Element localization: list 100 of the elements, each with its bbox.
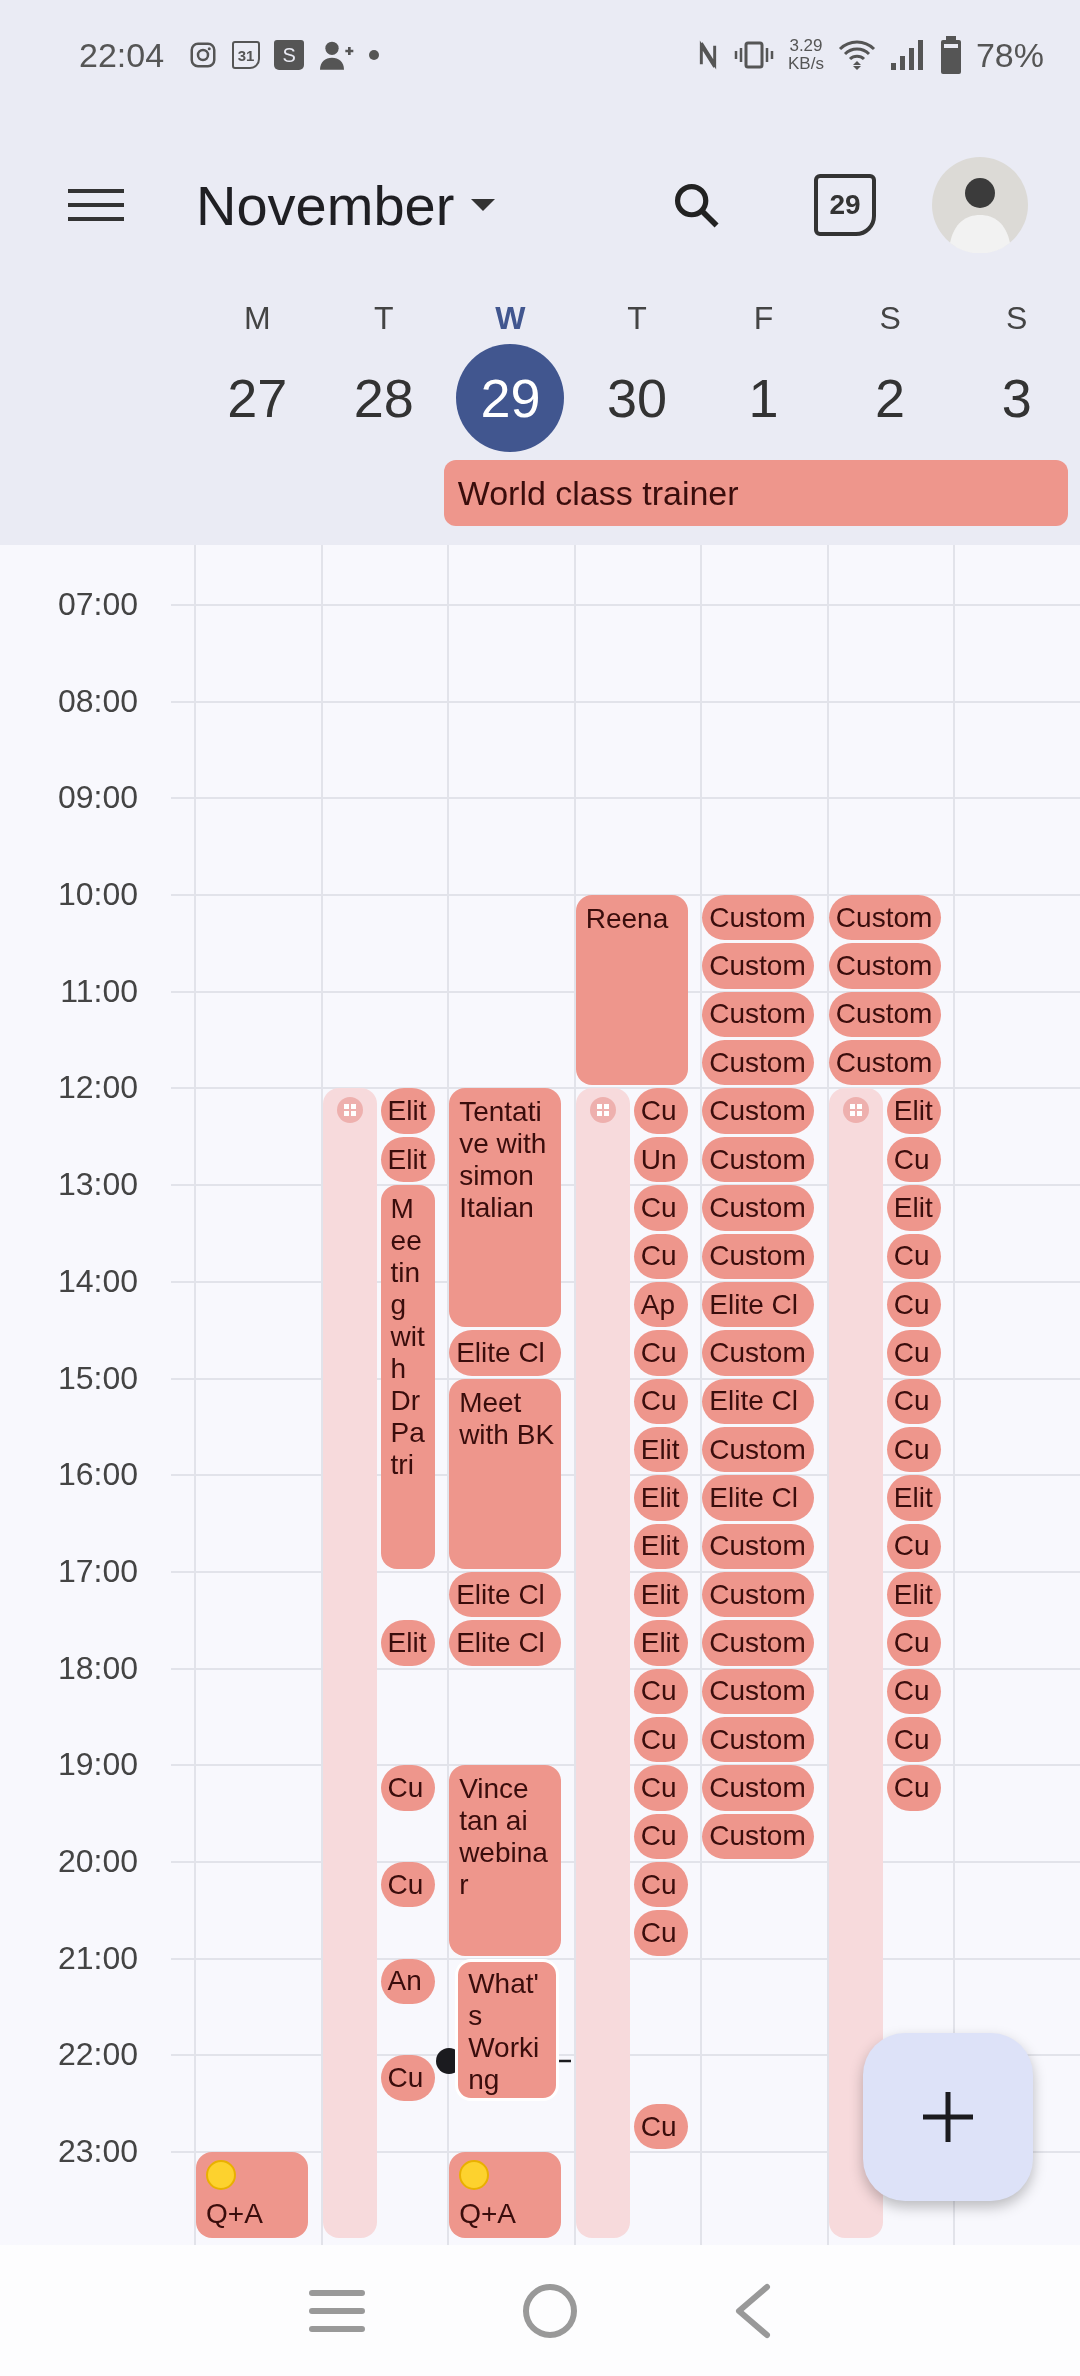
event-chip[interactable]: Custom — [828, 943, 941, 989]
event-chip[interactable]: Custom — [702, 1765, 815, 1811]
day-number[interactable]: 30 — [583, 344, 691, 452]
event-chip[interactable]: Elit — [380, 1088, 435, 1134]
day-number[interactable]: 3 — [962, 344, 1071, 452]
event-chip[interactable]: Cu — [633, 1668, 688, 1714]
menu-icon[interactable] — [68, 188, 124, 222]
event-chip[interactable]: Cu — [633, 1717, 688, 1763]
home-icon[interactable] — [522, 2282, 578, 2339]
event-chip[interactable]: Cu — [633, 1185, 688, 1231]
event-chip[interactable]: Custom — [702, 1717, 815, 1763]
event-chip[interactable]: Cu — [886, 1378, 941, 1424]
day-number[interactable]: 29 — [456, 344, 565, 452]
event-chip[interactable]: Custom — [828, 1040, 941, 1086]
event-chip[interactable]: Elit — [886, 1475, 941, 1521]
event-chip[interactable]: Elite Cl — [449, 1620, 562, 1666]
event-chip[interactable]: Cu — [380, 2055, 435, 2101]
day-number[interactable]: 1 — [709, 344, 818, 452]
event-chip[interactable]: Custom — [702, 1330, 815, 1376]
event-chip[interactable]: Reena — [575, 895, 688, 1086]
event-chip[interactable]: Cu — [886, 1136, 941, 1183]
event-chip[interactable]: Cu — [886, 1233, 941, 1279]
event-chip[interactable]: Cu — [633, 1330, 688, 1376]
event-chip[interactable]: Elit — [380, 1620, 435, 1666]
event-chip[interactable]: Custom — [702, 895, 815, 941]
event-chip[interactable]: Cu — [886, 1281, 941, 1328]
event-chip[interactable]: Elit — [886, 1572, 941, 1618]
event-chip[interactable]: Cu — [633, 1233, 688, 1279]
event-chip[interactable]: Elit — [633, 1620, 688, 1666]
event-chip[interactable]: Cu — [380, 1862, 435, 1908]
event-chip[interactable]: Cu — [633, 1088, 688, 1134]
day-number[interactable]: 27 — [203, 344, 312, 452]
avatar[interactable] — [932, 157, 1028, 253]
event-chip[interactable]: Custom — [702, 1668, 815, 1714]
event-chip[interactable]: Custom — [702, 1620, 815, 1666]
battery-percent: 78% — [975, 35, 1044, 75]
month-selector[interactable]: November — [196, 172, 497, 238]
event-chip[interactable]: Custom — [702, 1185, 815, 1231]
time-label: 14:00 — [57, 1261, 138, 1301]
event-chip[interactable]: Elit — [886, 1185, 941, 1231]
event-chip[interactable]: Custom — [702, 1426, 815, 1473]
event-chip[interactable]: Meet with BK — [449, 1378, 562, 1569]
event-chip[interactable]: Custom — [702, 991, 815, 1038]
event-chip[interactable]: Custom — [828, 991, 941, 1038]
event-chip[interactable]: Cu — [633, 1862, 688, 1908]
event-chip[interactable]: Vince tan ai webinar — [449, 1765, 562, 1956]
event-chip[interactable]: Custom — [702, 1136, 815, 1183]
event-chip[interactable]: Ap — [633, 1281, 688, 1328]
event-chip[interactable]: Elit — [633, 1523, 688, 1569]
event-chip[interactable]: Custom — [702, 943, 815, 989]
event-chip[interactable]: Cu — [886, 1523, 941, 1569]
today-button[interactable]: 29 — [814, 174, 876, 236]
weekday-label: M — [243, 300, 271, 338]
recent-apps-icon[interactable] — [308, 2288, 365, 2333]
event-chip[interactable]: Cu — [886, 1717, 941, 1763]
event-chip[interactable]: Cu — [633, 1813, 688, 1860]
event-chip[interactable]: Custom — [702, 1088, 815, 1134]
time-label: 17:00 — [57, 1552, 138, 1591]
event-chip[interactable]: Cu — [886, 1668, 941, 1714]
event-chip[interactable]: Elite Cl — [702, 1378, 815, 1424]
event-chip[interactable]: Q+A — [449, 2152, 562, 2239]
event-chip[interactable]: Elit — [380, 1136, 435, 1183]
event-chip[interactable]: Meeting with Dr Patri — [380, 1185, 435, 1569]
event-chip[interactable]: Elite Cl — [449, 1330, 562, 1376]
dot-icon — [368, 49, 381, 61]
event-chip[interactable]: Cu — [886, 1620, 941, 1666]
event-chip[interactable]: Cu — [633, 1765, 688, 1811]
event-chip[interactable]: Cu — [633, 1910, 688, 1956]
event-chip[interactable]: Custom — [702, 1040, 815, 1086]
event-chip[interactable]: Cu — [633, 2103, 688, 2150]
event-chip[interactable]: Custom — [828, 895, 941, 941]
time-label: 20:00 — [57, 1842, 138, 1882]
event-chip[interactable]: Elite Cl — [702, 1475, 815, 1521]
event-chip[interactable]: Custom — [702, 1523, 815, 1569]
event-chip[interactable]: Cu — [886, 1765, 941, 1811]
back-icon[interactable] — [735, 2282, 772, 2339]
event-chip[interactable]: Elit — [633, 1572, 688, 1618]
event-chip[interactable]: Q+A — [196, 2152, 308, 2239]
event-chip[interactable]: Cu — [633, 1378, 688, 1424]
event-chip[interactable]: Cu — [380, 1765, 435, 1811]
event-chip[interactable]: Custom — [702, 1233, 815, 1279]
event-chip[interactable]: Elite Cl — [449, 1572, 562, 1618]
all-day-event[interactable]: World class trainer — [443, 460, 1068, 526]
event-chip[interactable]: Elit — [886, 1088, 941, 1134]
day-number[interactable]: 28 — [329, 344, 438, 452]
event-chip[interactable]: Custom — [702, 1572, 815, 1618]
event-chip[interactable]: What's Working — [455, 1958, 560, 2101]
add-button[interactable] — [863, 2033, 1033, 2201]
status-time: 22:04 — [79, 35, 165, 75]
event-chip[interactable]: Custom — [702, 1813, 815, 1860]
event-chip[interactable]: Cu — [886, 1426, 941, 1473]
event-chip[interactable]: Elite Cl — [702, 1281, 815, 1328]
event-chip[interactable]: Elit — [633, 1475, 688, 1521]
event-chip[interactable]: An — [380, 1958, 435, 2005]
event-chip[interactable]: Cu — [886, 1330, 941, 1376]
event-chip[interactable]: Un — [633, 1136, 688, 1183]
event-chip[interactable]: Elit — [633, 1426, 688, 1473]
day-number[interactable]: 2 — [836, 344, 945, 452]
event-chip[interactable]: Tentative with simon Italian — [449, 1088, 562, 1328]
battery-icon — [939, 36, 962, 74]
